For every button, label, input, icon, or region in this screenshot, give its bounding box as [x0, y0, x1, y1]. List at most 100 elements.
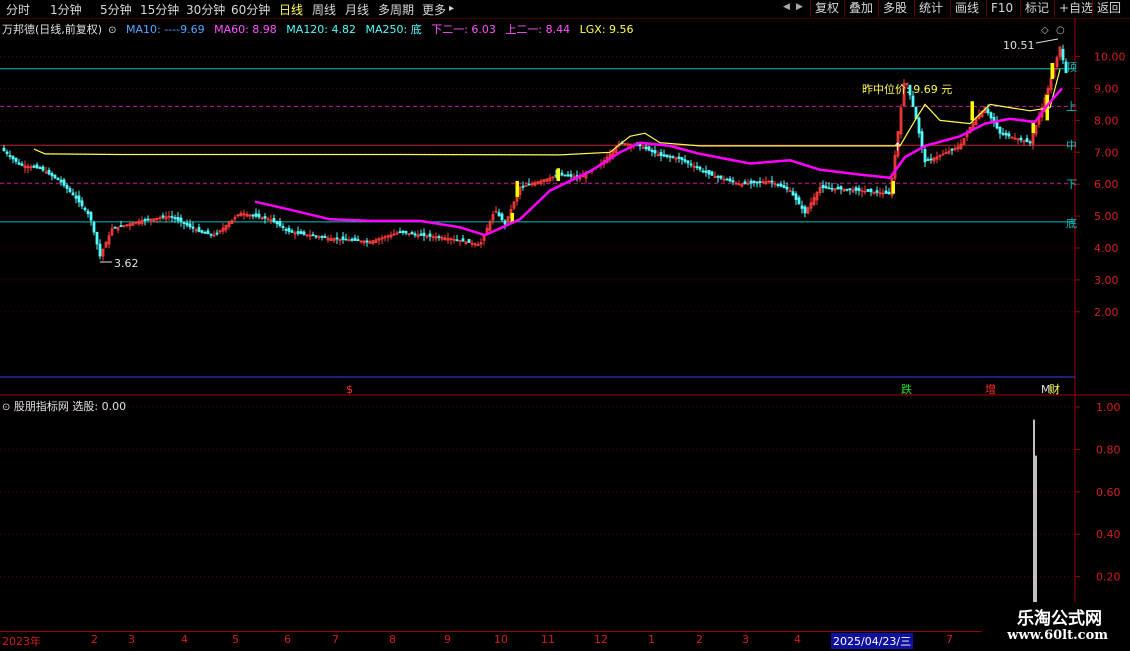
candle-body: [170, 216, 174, 218]
period-tab-15min[interactable]: 15分钟: [140, 1, 179, 18]
candle-body: [1007, 133, 1011, 137]
candle-body: [911, 95, 915, 107]
f10-button[interactable]: F10: [986, 0, 1017, 17]
period-tab-monthly[interactable]: 月线: [345, 1, 369, 18]
period-tab-30min[interactable]: 30分钟: [186, 1, 225, 18]
watermark-title: 乐淘公式网: [1017, 609, 1102, 629]
candle-body: [350, 238, 354, 241]
scroll-right-icon[interactable]: ▶: [796, 2, 807, 14]
price-axis-label: 7.00: [1094, 146, 1119, 159]
period-tab-more[interactable]: 更多: [422, 1, 446, 18]
period-tab-weekly[interactable]: 周线: [312, 1, 336, 18]
candle-body: [998, 126, 1002, 134]
date-label: 8: [389, 633, 396, 646]
candle-body: [53, 174, 57, 179]
candle-body: [704, 170, 708, 173]
candle-body: [38, 167, 42, 169]
settings-circle-icon[interactable]: ⊙: [2, 402, 10, 413]
candle-body: [47, 169, 51, 175]
candle-body: [782, 185, 786, 189]
candle-body: [200, 230, 204, 233]
overlay-button[interactable]: 叠加: [844, 0, 877, 17]
candle-body: [191, 226, 195, 229]
diamond-icon[interactable]: ◇: [1041, 25, 1049, 36]
candle-body: [182, 221, 186, 224]
scroll-left-icon[interactable]: ◀: [783, 2, 794, 14]
candle-body: [791, 191, 795, 196]
candle-body: [839, 186, 843, 190]
candle-body: [206, 230, 210, 235]
candle-body: [419, 233, 423, 236]
event-dollar-marker[interactable]: $: [346, 383, 353, 396]
candle-body: [272, 218, 276, 223]
period-toolbar: 分时 1分钟 5分钟 15分钟 30分钟 60分钟 日线 周线 月线 多周期 更…: [0, 0, 1130, 19]
candle-body: [770, 180, 774, 183]
candle-body: [113, 226, 117, 229]
candle-body: [749, 180, 753, 184]
more-arrow-icon[interactable]: ▸: [449, 3, 454, 14]
kline-chart[interactable]: ↑ 10.009.008.007.006.005.004.003.002.00 …: [0, 18, 1130, 631]
multi-stock-button[interactable]: 多股: [878, 0, 911, 17]
date-label: 4: [181, 633, 188, 646]
candle-body: [524, 185, 528, 187]
candle-body: [83, 207, 87, 211]
date-label: 9: [444, 633, 451, 646]
date-label: 10: [494, 633, 508, 646]
candle-body: [299, 231, 303, 235]
watermark: 乐淘公式网 www.60lt.com: [982, 602, 1130, 650]
event-finance-marker[interactable]: 财: [1049, 382, 1060, 396]
candle-body: [566, 174, 570, 177]
candle-body: [1028, 141, 1032, 144]
candle-body: [92, 222, 96, 233]
candle-body: [5, 151, 9, 154]
sub-indicator-panel: 1.00 0.80 0.60 0.40 0.20: [0, 401, 1121, 631]
period-tab-multi[interactable]: 多周期: [378, 1, 414, 18]
period-tab-1min[interactable]: 1分钟: [50, 1, 82, 18]
candle-body: [89, 212, 93, 221]
candle-body: [569, 174, 573, 177]
candle-body: [689, 163, 693, 166]
candle-body: [284, 228, 288, 231]
candle-body: [398, 231, 402, 234]
restore-rights-button[interactable]: 复权: [810, 0, 843, 17]
candle-body: [686, 160, 690, 164]
period-tab-5min[interactable]: 5分钟: [100, 1, 132, 18]
candle-body: [11, 156, 15, 160]
candle-body: [866, 189, 870, 192]
candle-body: [644, 146, 648, 150]
period-tab-intraday[interactable]: 分时: [6, 1, 30, 18]
candle-body: [209, 233, 213, 236]
candle-body: [77, 195, 81, 203]
circle-icon[interactable]: ○: [1056, 25, 1065, 36]
event-increase-marker[interactable]: 增: [985, 382, 996, 396]
yesterday-mid-price: 昨中位价: 9.69 元: [862, 82, 952, 96]
add-watchlist-button[interactable]: +自选: [1054, 0, 1097, 17]
candle-body: [1025, 138, 1029, 143]
date-label: 4: [794, 633, 801, 646]
level-label-upper: 上: [1066, 100, 1077, 113]
back-button[interactable]: 返回: [1092, 0, 1125, 17]
sub-axis-label: 0.20: [1096, 571, 1121, 584]
candle-body: [215, 232, 219, 235]
statistics-button[interactable]: 统计: [914, 0, 947, 17]
candle-body: [263, 216, 267, 219]
candle-body: [950, 148, 954, 151]
candle-body: [719, 175, 723, 179]
candle-body: [986, 108, 990, 114]
candle-body: [659, 152, 663, 157]
event-fall-marker[interactable]: 跌: [901, 382, 912, 396]
period-tab-daily[interactable]: 日线: [279, 1, 303, 18]
draw-line-button[interactable]: 画线: [950, 0, 983, 17]
candle-body: [404, 230, 408, 234]
date-label: 2: [91, 633, 98, 646]
period-tab-60min[interactable]: 60分钟: [231, 1, 270, 18]
candle-body: [98, 243, 102, 257]
candle-body: [413, 233, 417, 236]
sub-axis-label: 0.40: [1096, 528, 1121, 541]
candle-body: [755, 181, 759, 184]
candle-body: [437, 236, 441, 238]
candle-body: [647, 146, 651, 151]
mark-button[interactable]: 标记: [1020, 0, 1053, 17]
candle-body: [521, 185, 525, 188]
candle-body: [401, 230, 405, 233]
